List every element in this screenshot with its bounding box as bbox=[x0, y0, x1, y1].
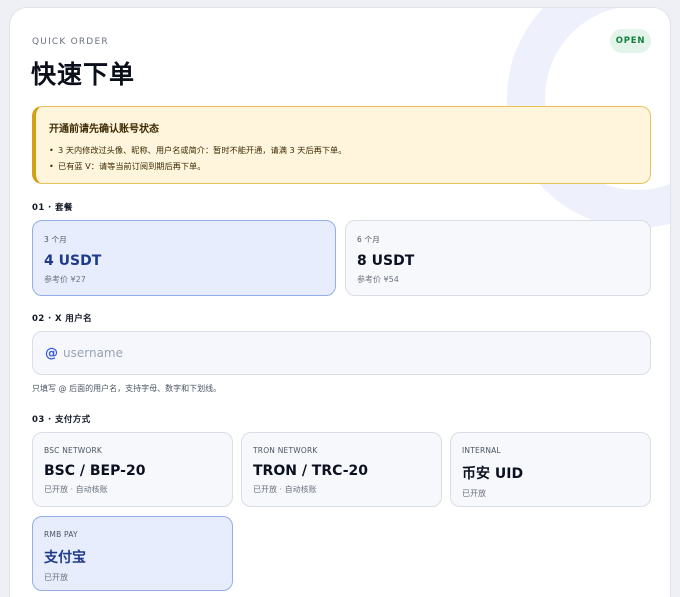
plan-section-label: 01 · 套餐 bbox=[32, 203, 73, 213]
payment-network: BSC NETWORK bbox=[44, 446, 102, 455]
notice-list: 3 天内修改过头像、昵称、用户名或简介：暂时不能开通，请满 3 天后再下单。 已… bbox=[49, 142, 636, 174]
payment-name: TRON / TRC-20 bbox=[253, 463, 369, 479]
username-field[interactable]: @ bbox=[32, 331, 651, 375]
plan-option-6-months[interactable]: 6 个月 8 USDT 参考价 ¥54 bbox=[345, 220, 651, 296]
page-eyebrow: QUICK ORDER bbox=[32, 37, 109, 47]
notice-title: 开通前请先确认账号状态 bbox=[49, 124, 159, 135]
payment-name: BSC / BEP-20 bbox=[44, 463, 146, 479]
username-input[interactable] bbox=[63, 346, 623, 360]
payment-option-binance-uid[interactable]: INTERNAL 币安 UID 已开放 bbox=[450, 432, 651, 507]
payment-section-label: 03 · 支付方式 bbox=[32, 415, 91, 425]
plan-option-3-months[interactable]: 3 个月 4 USDT 参考价 ¥27 bbox=[32, 220, 336, 296]
at-prefix: @ bbox=[45, 345, 58, 361]
payment-option-bsc[interactable]: BSC NETWORK BSC / BEP-20 已开放 · 自动核账 bbox=[32, 432, 233, 507]
plan-period: 3 个月 bbox=[44, 235, 67, 244]
payment-option-alipay[interactable]: RMB PAY 支付宝 已开放 bbox=[32, 516, 233, 591]
plan-period: 6 个月 bbox=[357, 235, 380, 244]
payment-status: 已开放 bbox=[44, 573, 68, 582]
plan-price: 8 USDT bbox=[357, 253, 415, 269]
plan-reference-price: 参考价 ¥54 bbox=[357, 275, 399, 284]
notice-item: 3 天内修改过头像、昵称、用户名或简介：暂时不能开通，请满 3 天后再下单。 bbox=[49, 142, 636, 158]
payment-status: 已开放 bbox=[462, 489, 486, 498]
payment-status: 已开放 · 自动核账 bbox=[253, 485, 317, 494]
payment-network: INTERNAL bbox=[462, 446, 501, 455]
plan-price: 4 USDT bbox=[44, 253, 102, 269]
payment-network: TRON NETWORK bbox=[253, 446, 318, 455]
payment-name: 支付宝 bbox=[44, 550, 86, 566]
notice-item: 已有蓝 V：请等当前订阅到期后再下单。 bbox=[49, 158, 636, 174]
account-notice: 开通前请先确认账号状态 3 天内修改过头像、昵称、用户名或简介：暂时不能开通，请… bbox=[32, 106, 651, 184]
payment-status: 已开放 · 自动核账 bbox=[44, 485, 108, 494]
payment-network: RMB PAY bbox=[44, 530, 78, 539]
payment-option-tron[interactable]: TRON NETWORK TRON / TRC-20 已开放 · 自动核账 bbox=[241, 432, 442, 507]
page-title: 快速下单 bbox=[31, 60, 136, 89]
payment-name: 币安 UID bbox=[462, 466, 524, 482]
username-section-label: 02 · X 用户名 bbox=[32, 314, 92, 324]
plan-reference-price: 参考价 ¥27 bbox=[44, 275, 86, 284]
status-badge: OPEN bbox=[610, 29, 651, 53]
username-hint: 只填写 @ 后面的用户名，支持字母、数字和下划线。 bbox=[32, 384, 222, 393]
order-card: QUICK ORDER 快速下单 OPEN 开通前请先确认账号状态 3 天内修改… bbox=[9, 7, 671, 597]
